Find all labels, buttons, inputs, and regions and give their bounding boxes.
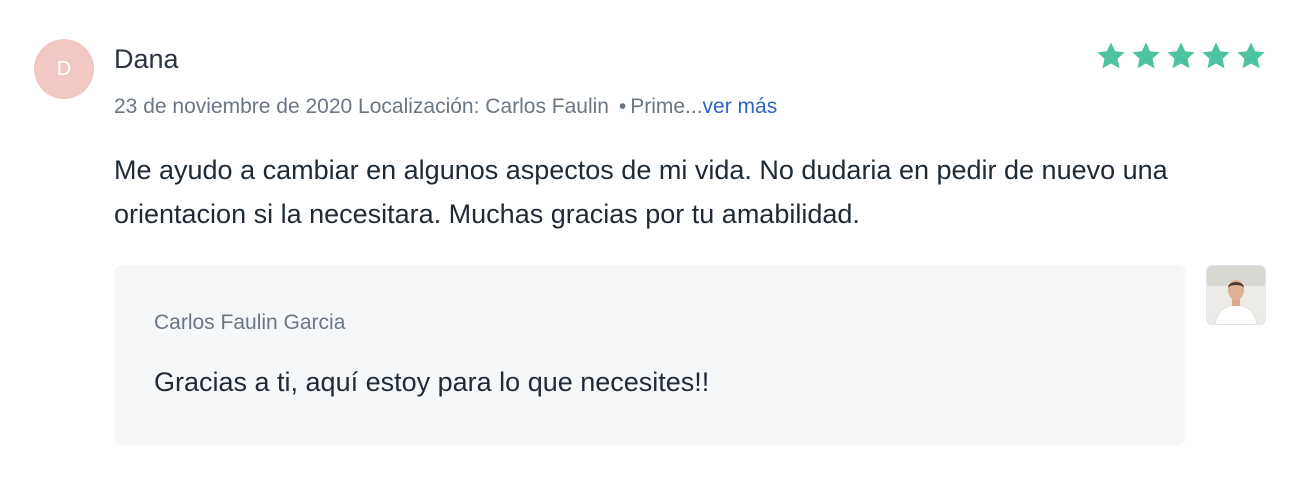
reviewer-avatar-initial: D — [56, 58, 72, 80]
reply-author: Carlos Faulin Garcia — [154, 311, 346, 334]
star-icon — [1095, 40, 1127, 72]
profile-photo-icon — [1207, 266, 1265, 324]
star-rating — [1095, 40, 1267, 72]
star-icon — [1130, 40, 1162, 72]
review-date: 23 de noviembre de 2020 — [114, 95, 353, 118]
meta-separator: • — [618, 95, 627, 118]
review-meta: 23 de noviembre de 2020 Localización: Ca… — [114, 95, 777, 119]
see-more-link[interactable]: ver más — [703, 95, 778, 118]
review-card: D Dana 23 de noviembre de 2020 Localizac… — [0, 0, 1300, 486]
reviewer-avatar: D — [34, 39, 94, 99]
reply-box: Carlos Faulin Garcia Gracias a ti, aquí … — [114, 265, 1186, 445]
reviewer-name: Dana — [114, 44, 179, 74]
review-text: Me ayudo a cambiar en algunos aspectos d… — [114, 155, 1168, 229]
star-icon — [1165, 40, 1197, 72]
review-location: Localización: Carlos Faulin — [358, 95, 609, 118]
star-icon — [1235, 40, 1267, 72]
reply-author-photo — [1206, 265, 1266, 325]
reply-text: Gracias a ti, aquí estoy para lo que nec… — [154, 367, 710, 397]
review-truncated-info: Prime... — [630, 95, 703, 118]
star-icon — [1200, 40, 1232, 72]
